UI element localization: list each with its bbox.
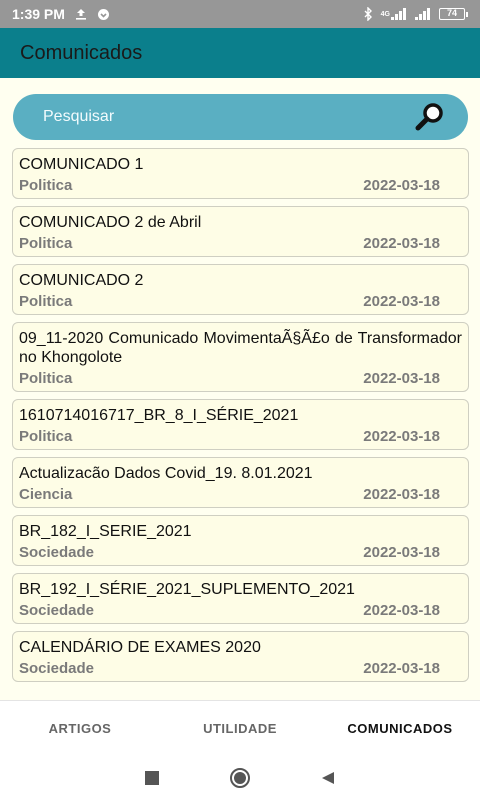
item-date: 2022-03-18 [363,293,440,310]
search-bar[interactable] [13,94,468,140]
tab-artigos[interactable]: ARTIGOS [0,701,160,756]
item-category: Sociedade [19,544,95,561]
tab-comunicados[interactable]: COMUNICADOS [320,701,480,756]
list-item[interactable]: COMUNICADO 2 de Abril Politica 2022-03-18 [12,206,469,257]
bluetooth-icon [363,7,373,21]
item-date: 2022-03-18 [363,235,440,252]
item-category: Politica [19,428,73,445]
signal-icon [415,8,431,20]
item-title: COMUNICADO 1 [19,156,144,173]
item-title: COMUNICADO 2 [19,272,144,289]
item-title: BR_182_I_SERIE_2021 [19,523,192,540]
battery-icon: 74 [439,8,468,20]
item-category: Politica [19,293,73,310]
item-category: Ciencia [19,486,73,503]
upload-icon [75,8,87,20]
item-category: Politica [19,235,73,252]
list-item[interactable]: COMUNICADO 2 Politica 2022-03-18 [12,264,469,315]
item-date: 2022-03-18 [363,177,440,194]
system-nav-bar [0,756,480,800]
item-date: 2022-03-18 [363,544,440,561]
item-title: 1610714016717_BR_8_I_SÉRIE_2021 [19,407,299,424]
comunicados-list: COMUNICADO 1 Politica 2022-03-18 COMUNICA… [12,148,469,700]
list-item[interactable]: 09_11-2020 Comunicado MovimentaÃ§Ã£o de … [12,322,469,392]
item-date: 2022-03-18 [363,428,440,445]
status-bar: 1:39 PM 4G 74 [0,0,480,28]
page-title: Comunicados [20,41,143,64]
shield-icon [97,8,110,21]
item-date: 2022-03-18 [363,486,440,503]
status-time: 1:39 PM [12,6,65,22]
network-label: 4G [380,10,390,18]
signal-4g-icon: 4G [381,8,407,20]
list-item[interactable]: Actualizacão Dados Covid_19. 8.01.2021 C… [12,457,469,508]
search-input[interactable] [43,108,414,126]
bottom-nav: ARTIGOS UTILIDADE COMUNICADOS [0,700,480,756]
list-item[interactable]: CALENDÁRIO DE EXAMES 2020 Sociedade 2022-… [12,631,469,682]
recents-icon[interactable] [145,771,159,785]
tab-utilidade[interactable]: UTILIDADE [160,701,320,756]
search-icon[interactable] [414,101,446,133]
list-item[interactable]: BR_182_I_SERIE_2021 Sociedade 2022-03-18 [12,515,469,566]
item-date: 2022-03-18 [363,602,440,619]
item-title: BR_192_I_SÉRIE_2021_SUPLEMENTO_2021 [19,581,355,598]
item-title: 09_11-2020 Comunicado MovimentaÃ§Ã£o de … [19,330,462,366]
list-item[interactable]: 1610714016717_BR_8_I_SÉRIE_2021 Politica… [12,399,469,450]
item-category: Politica [19,370,73,387]
item-date: 2022-03-18 [363,660,440,677]
item-category: Politica [19,177,73,194]
back-icon[interactable] [321,771,335,785]
list-item[interactable]: BR_192_I_SÉRIE_2021_SUPLEMENTO_2021 Soci… [12,573,469,624]
app-bar: Comunicados [0,28,480,78]
item-date: 2022-03-18 [363,370,440,387]
item-title: Actualizacão Dados Covid_19. 8.01.2021 [19,465,313,482]
list-item[interactable]: COMUNICADO 1 Politica 2022-03-18 [12,148,469,199]
item-title: COMUNICADO 2 de Abril [19,214,202,231]
item-title: CALENDÁRIO DE EXAMES 2020 [19,639,261,656]
home-icon[interactable] [229,767,251,789]
battery-level: 74 [439,8,465,20]
item-category: Sociedade [19,602,95,619]
item-category: Sociedade [19,660,95,677]
